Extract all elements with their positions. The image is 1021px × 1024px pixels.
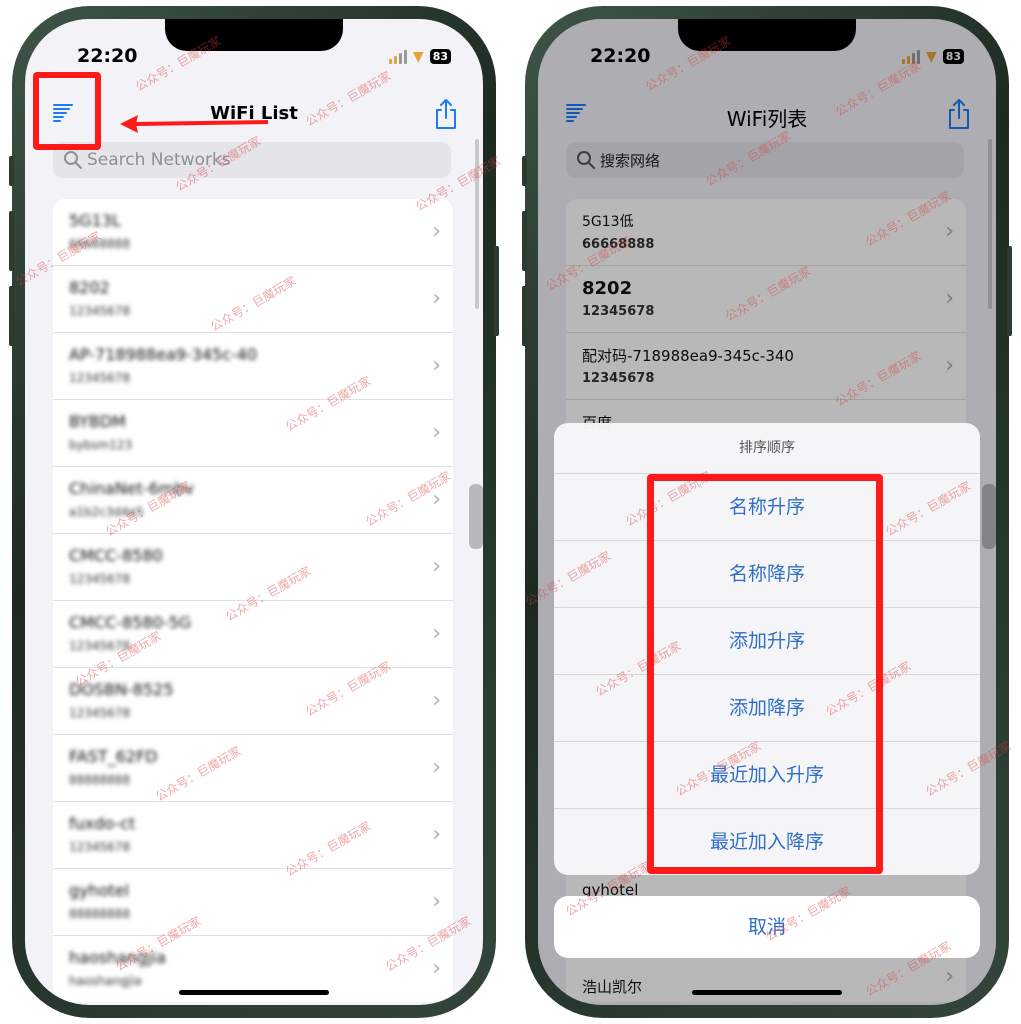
network-row[interactable]: BYBDM bybsm123 › (53, 400, 453, 467)
chevron-right-icon: › (432, 487, 441, 512)
network-name: gyhotel (69, 881, 130, 900)
status-time: 22:20 (77, 45, 138, 67)
network-name: 5G13L (69, 211, 121, 230)
chevron-right-icon: › (432, 688, 441, 713)
network-row[interactable]: CMCC-8580-5G 12345678 › (53, 601, 453, 668)
network-name: DOSBN-8525 (69, 680, 174, 699)
search-icon (64, 151, 82, 169)
network-row[interactable]: 5G13L 66668888 › (53, 199, 453, 266)
chevron-right-icon: › (432, 822, 441, 847)
signal-icon (388, 49, 407, 64)
network-row[interactable]: ChinaNet-6mbv a1b2c3d4e5 › (53, 467, 453, 534)
scrollbar[interactable] (475, 139, 479, 309)
chevron-right-icon: › (432, 420, 441, 445)
share-icon[interactable] (433, 98, 459, 130)
network-row[interactable]: FAST_62FD 88888888 › (53, 735, 453, 802)
dynamic-island (165, 19, 343, 51)
chevron-right-icon: › (432, 621, 441, 646)
highlight-box-sort-options (647, 474, 883, 874)
left-screen: 22:20 ▼ 83 WiFi List Search Networks 5G1… (25, 19, 483, 1005)
search-placeholder: Search Networks (87, 150, 231, 170)
chevron-right-icon: › (432, 755, 441, 780)
network-password: 88888888 (69, 907, 131, 921)
home-indicator (692, 990, 842, 995)
network-password: bybsm123 (69, 438, 133, 452)
network-row[interactable]: DOSBN-8525 12345678 › (53, 668, 453, 735)
chevron-right-icon: › (432, 554, 441, 579)
network-password: 12345678 (69, 840, 131, 854)
chevron-right-icon: › (432, 889, 441, 914)
network-password: 12345678 (69, 304, 131, 318)
dynamic-island (678, 19, 856, 51)
network-row[interactable]: fuxdo-ct 12345678 › (53, 802, 453, 869)
network-name: ChinaNet-6mbv (69, 479, 194, 498)
network-name: FAST_62FD (69, 747, 158, 766)
network-row[interactable]: AP-718988ea9-345c-40 12345678 › (53, 333, 453, 400)
wifi-icon: ▼ (412, 48, 424, 65)
network-password: 12345678 (69, 639, 131, 653)
left-phone: 22:20 ▼ 83 WiFi List Search Networks 5G1… (9, 6, 499, 1018)
network-list: 5G13L 66668888 › 8202 12345678 › AP-718988ea… (53, 199, 453, 1002)
chevron-right-icon: › (432, 219, 441, 244)
network-row[interactable]: CMCC-8580 12345678 › (53, 534, 453, 601)
network-name: CMCC-8580-5G (69, 613, 192, 632)
network-password: haoshangjia (69, 974, 142, 988)
network-name: CMCC-8580 (69, 546, 163, 565)
network-password: 88888888 (69, 773, 131, 787)
sheet-title: 排序顺序 (554, 423, 980, 474)
network-name: haoshangjia (69, 948, 167, 967)
network-row[interactable]: gyhotel 88888888 › (53, 869, 453, 936)
scroll-handle[interactable] (469, 484, 483, 549)
chevron-right-icon: › (432, 286, 441, 311)
cancel-button[interactable]: 取消 (554, 896, 980, 958)
status-icons: ▼ 83 (388, 48, 451, 65)
home-indicator (179, 990, 329, 995)
network-name: AP-718988ea9-345c-40 (69, 345, 258, 364)
chevron-right-icon: › (432, 353, 441, 378)
search-field[interactable]: Search Networks (53, 142, 451, 178)
network-name: fuxdo-ct (69, 814, 136, 833)
network-password: 66668888 (69, 237, 131, 251)
network-name: BYBDM (69, 412, 126, 431)
network-password: 12345678 (69, 572, 131, 586)
highlight-box-sort-icon (33, 72, 101, 150)
network-name: 8202 (69, 278, 110, 297)
battery-level: 83 (429, 49, 451, 64)
network-password: a1b2c3d4e5 (69, 505, 144, 519)
network-password: 12345678 (69, 706, 131, 720)
network-row[interactable]: 8202 12345678 › (53, 266, 453, 333)
annotation-arrow (120, 115, 269, 133)
network-password: 12345678 (69, 371, 131, 385)
chevron-right-icon: › (432, 956, 441, 981)
